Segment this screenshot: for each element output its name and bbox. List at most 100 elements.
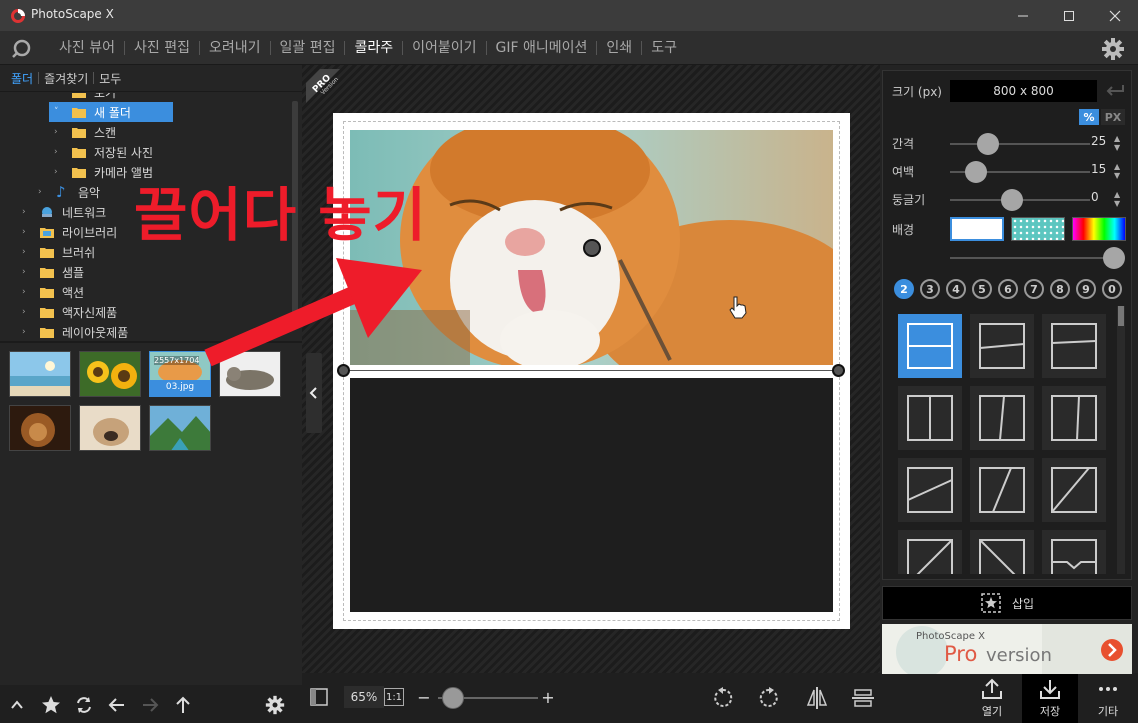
size-dropdown[interactable]: 800 x 800 [950, 80, 1097, 102]
thumbnail-sunflowers[interactable] [79, 351, 141, 397]
tab-all[interactable]: 모두 [94, 70, 126, 87]
zoom-out-button[interactable]: − [416, 686, 432, 708]
layout-tile[interactable] [970, 314, 1034, 378]
spacing-value[interactable]: 25 [1091, 134, 1106, 148]
divider-handle-right[interactable] [832, 364, 845, 377]
gear-icon[interactable] [1101, 37, 1125, 61]
background-white-swatch[interactable] [950, 217, 1004, 241]
tree-item[interactable]: › 저장된 사진 [54, 142, 194, 162]
rotate-right-button[interactable] [756, 685, 782, 711]
zoom-in-button[interactable]: + [540, 686, 556, 708]
insert-button[interactable]: 삽입 [882, 586, 1132, 620]
more-button[interactable]: 기타 [1080, 673, 1136, 723]
layout-tile[interactable] [1042, 386, 1106, 450]
margin-slider-thumb[interactable] [965, 161, 987, 183]
layout-tile[interactable] [970, 458, 1034, 522]
spin-down-arrow[interactable]: ▼ [1114, 143, 1120, 152]
collage-cell-bottom-empty[interactable] [350, 378, 833, 612]
pro-version-ribbon[interactable]: PRO Version [306, 69, 356, 119]
layout-tile[interactable] [898, 458, 962, 522]
maximize-button[interactable] [1046, 0, 1092, 31]
favorite-button[interactable] [40, 694, 62, 716]
swap-arrow-icon[interactable] [1103, 81, 1127, 101]
unit-percent-toggle[interactable]: % [1079, 109, 1099, 125]
layout-tile[interactable] [970, 386, 1034, 450]
zoom-value[interactable]: 65% [344, 686, 384, 708]
spacing-slider-thumb[interactable] [977, 133, 999, 155]
cell-count-2[interactable]: 2 [894, 279, 914, 299]
thumbnail-beach[interactable] [9, 351, 71, 397]
roundness-value[interactable]: 0 [1091, 190, 1099, 204]
spin-down-arrow[interactable]: ▼ [1114, 171, 1120, 180]
spin-down-arrow[interactable]: ▼ [1114, 199, 1120, 208]
save-button[interactable]: 저장 [1022, 673, 1078, 723]
zoom-slider-thumb[interactable] [442, 687, 464, 709]
flip-horizontal-button[interactable] [804, 685, 830, 711]
cell-count-10[interactable]: 0 [1102, 279, 1122, 299]
roundness-slider-thumb[interactable] [1001, 189, 1023, 211]
tree-item[interactable]: › 샘플 [22, 262, 162, 282]
menu-collage[interactable]: 콜라주 [345, 31, 402, 65]
collapse-up-button[interactable] [6, 694, 28, 716]
menu-photo-editor[interactable]: 사진 편집 [125, 31, 199, 65]
cell-count-3[interactable]: 3 [920, 279, 940, 299]
thumbnail-pug[interactable] [79, 405, 141, 451]
menu-batch-edit[interactable]: 일괄 편집 [271, 31, 345, 65]
cell-count-9[interactable]: 9 [1076, 279, 1096, 299]
layout-tile[interactable] [898, 530, 962, 574]
spacing-spinner[interactable]: ▲ ▼ [1114, 134, 1120, 152]
cell-count-7[interactable]: 7 [1024, 279, 1044, 299]
margin-spinner[interactable]: ▲ ▼ [1114, 162, 1120, 180]
spin-up-arrow[interactable]: ▲ [1114, 190, 1120, 199]
layout-scrollbar-thumb[interactable] [1118, 306, 1124, 326]
cell-count-4[interactable]: 4 [946, 279, 966, 299]
flip-vertical-button[interactable] [850, 685, 876, 711]
tab-favorites[interactable]: 즐겨찾기 [39, 70, 93, 87]
roundness-spinner[interactable]: ▲ ▼ [1114, 190, 1120, 208]
tree-item[interactable]: › 스캔 [54, 122, 194, 142]
thumbnail-mountains[interactable] [149, 405, 211, 451]
layout-tile[interactable] [898, 386, 962, 450]
tree-item[interactable]: › 레이아웃제품 [22, 322, 162, 341]
rotate-left-button[interactable] [710, 685, 736, 711]
opacity-slider-thumb[interactable] [1103, 247, 1125, 269]
refresh-button[interactable] [73, 694, 95, 716]
menu-print[interactable]: 인쇄 [597, 31, 641, 65]
layout-tile[interactable] [1042, 314, 1106, 378]
menu-cut-out[interactable]: 오려내기 [200, 31, 270, 65]
back-button[interactable] [106, 694, 128, 716]
background-pattern-swatch[interactable] [1011, 217, 1065, 241]
opacity-slider-track[interactable] [950, 257, 1115, 259]
spacing-slider-track[interactable] [950, 143, 1090, 145]
forward-button[interactable] [139, 694, 161, 716]
spin-up-arrow[interactable]: ▲ [1114, 134, 1120, 143]
menu-tools[interactable]: 도구 [642, 31, 686, 65]
search-icon[interactable] [10, 37, 34, 59]
thumbnail-lion[interactable] [9, 405, 71, 451]
image-pan-handle[interactable] [583, 239, 601, 257]
parent-folder-button[interactable] [172, 694, 194, 716]
open-button[interactable]: 열기 [964, 673, 1020, 723]
tree-item[interactable]: ˅ 토기 [54, 93, 174, 102]
tree-item[interactable]: › 액션 [22, 282, 162, 302]
layout-scrollbar[interactable] [1117, 306, 1125, 574]
cell-count-8[interactable]: 8 [1050, 279, 1070, 299]
browser-settings-button[interactable] [264, 694, 286, 716]
cell-count-5[interactable]: 5 [972, 279, 992, 299]
margin-value[interactable]: 15 [1091, 162, 1106, 176]
menu-gif-animation[interactable]: GIF 애니메이션 [487, 31, 597, 65]
zoom-actual-size-button[interactable]: 1:1 [384, 688, 404, 706]
menu-combine[interactable]: 이어붙이기 [403, 31, 485, 65]
pro-version-banner[interactable]: PhotoScape X Pro version [882, 624, 1132, 674]
layout-tile[interactable] [898, 314, 962, 378]
tree-item[interactable]: › 액자신제품 [22, 302, 162, 322]
spin-up-arrow[interactable]: ▲ [1114, 162, 1120, 171]
close-button[interactable] [1092, 0, 1138, 31]
menu-photo-viewer[interactable]: 사진 뷰어 [50, 31, 124, 65]
tab-folder[interactable]: 폴더 [6, 70, 38, 87]
background-color-picker[interactable] [1072, 217, 1126, 241]
unit-px-toggle[interactable]: PX [1101, 109, 1125, 125]
layout-tile[interactable] [1042, 458, 1106, 522]
layout-tile[interactable] [970, 530, 1034, 574]
fit-view-button[interactable] [308, 686, 330, 708]
